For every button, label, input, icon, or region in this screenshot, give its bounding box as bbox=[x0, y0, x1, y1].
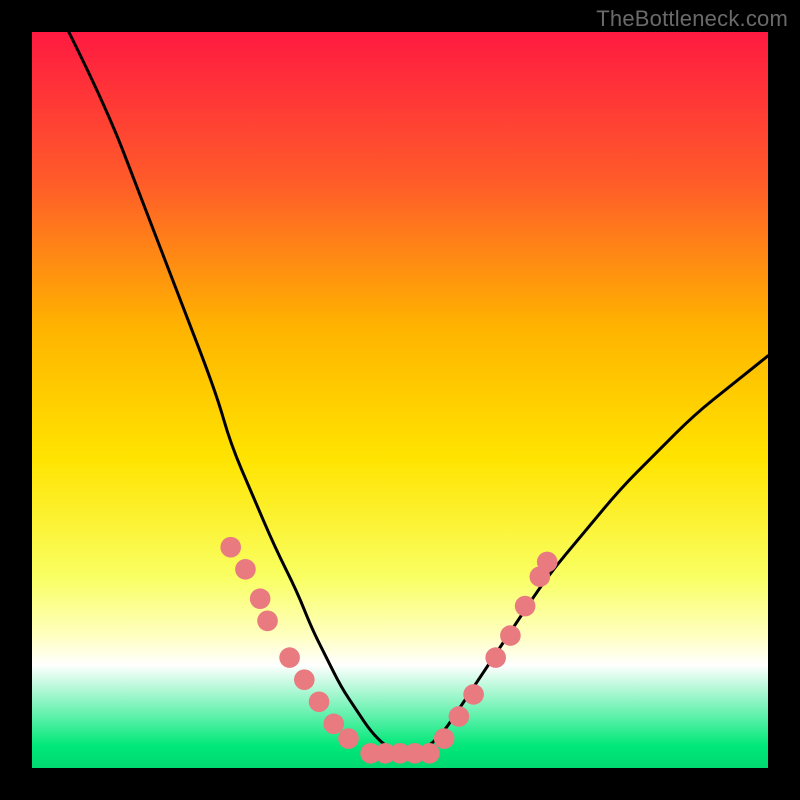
marker-point bbox=[463, 684, 484, 705]
plot-area bbox=[32, 32, 768, 768]
marker-point bbox=[323, 714, 344, 735]
gradient-background bbox=[32, 32, 768, 768]
marker-point bbox=[537, 552, 558, 573]
marker-point bbox=[500, 625, 521, 646]
marker-point bbox=[235, 559, 256, 580]
marker-point bbox=[515, 596, 536, 617]
watermark-text: TheBottleneck.com bbox=[596, 6, 788, 32]
chart-frame: TheBottleneck.com bbox=[0, 0, 800, 800]
marker-point bbox=[294, 669, 315, 690]
marker-point bbox=[434, 728, 455, 749]
marker-point bbox=[220, 537, 241, 558]
chart-svg bbox=[32, 32, 768, 768]
marker-point bbox=[338, 728, 359, 749]
marker-point bbox=[485, 647, 506, 668]
marker-point bbox=[257, 610, 278, 631]
marker-point bbox=[250, 588, 271, 609]
marker-point bbox=[449, 706, 470, 727]
marker-point bbox=[309, 691, 330, 712]
marker-point bbox=[279, 647, 300, 668]
marker-point bbox=[419, 743, 440, 764]
